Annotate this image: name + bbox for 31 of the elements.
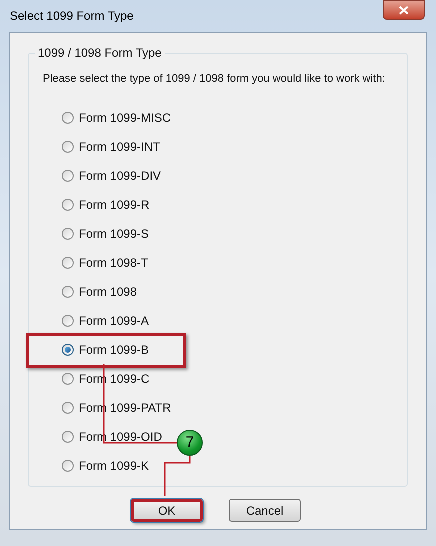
radio-button[interactable] xyxy=(62,431,74,443)
radio-option[interactable]: Form 1099-DIV xyxy=(62,167,162,185)
group-title: 1099 / 1098 Form Type xyxy=(37,45,163,62)
radio-button[interactable] xyxy=(62,141,74,153)
dialog-button[interactable]: OK xyxy=(131,499,203,522)
radio-button[interactable] xyxy=(62,344,74,356)
radio-option[interactable]: Form 1098-T xyxy=(62,254,148,272)
radio-button[interactable] xyxy=(62,315,74,327)
close-button[interactable] xyxy=(383,0,425,20)
radio-button[interactable] xyxy=(62,286,74,298)
radio-button[interactable] xyxy=(62,170,74,182)
radio-option[interactable]: Form 1099-R xyxy=(62,196,150,214)
radio-button[interactable] xyxy=(62,373,74,385)
radio-option[interactable]: Form 1098 xyxy=(62,283,138,301)
instruction-text: Please select the type of 1099 / 1098 form you would like to work with: xyxy=(42,72,386,87)
dialog-button[interactable]: Cancel xyxy=(229,499,301,522)
radio-option[interactable]: Form 1099-K xyxy=(62,457,150,475)
radio-button[interactable] xyxy=(62,460,74,472)
radio-option[interactable]: Form 1099-INT xyxy=(62,138,160,156)
radio-option[interactable]: Form 1099-A xyxy=(62,312,150,330)
callout-line xyxy=(164,456,191,496)
window-title: Select 1099 Form Type xyxy=(10,8,134,25)
radio-button[interactable] xyxy=(62,402,74,414)
radio-button[interactable] xyxy=(62,112,74,124)
radio-button[interactable] xyxy=(62,199,74,211)
radio-button[interactable] xyxy=(62,228,74,240)
radio-option[interactable]: Form 1099-B xyxy=(62,341,150,359)
radio-option[interactable]: Form 1099-S xyxy=(62,225,150,243)
radio-button[interactable] xyxy=(62,257,74,269)
radio-option[interactable]: Form 1099-MISC xyxy=(62,109,172,127)
close-icon xyxy=(399,6,409,14)
